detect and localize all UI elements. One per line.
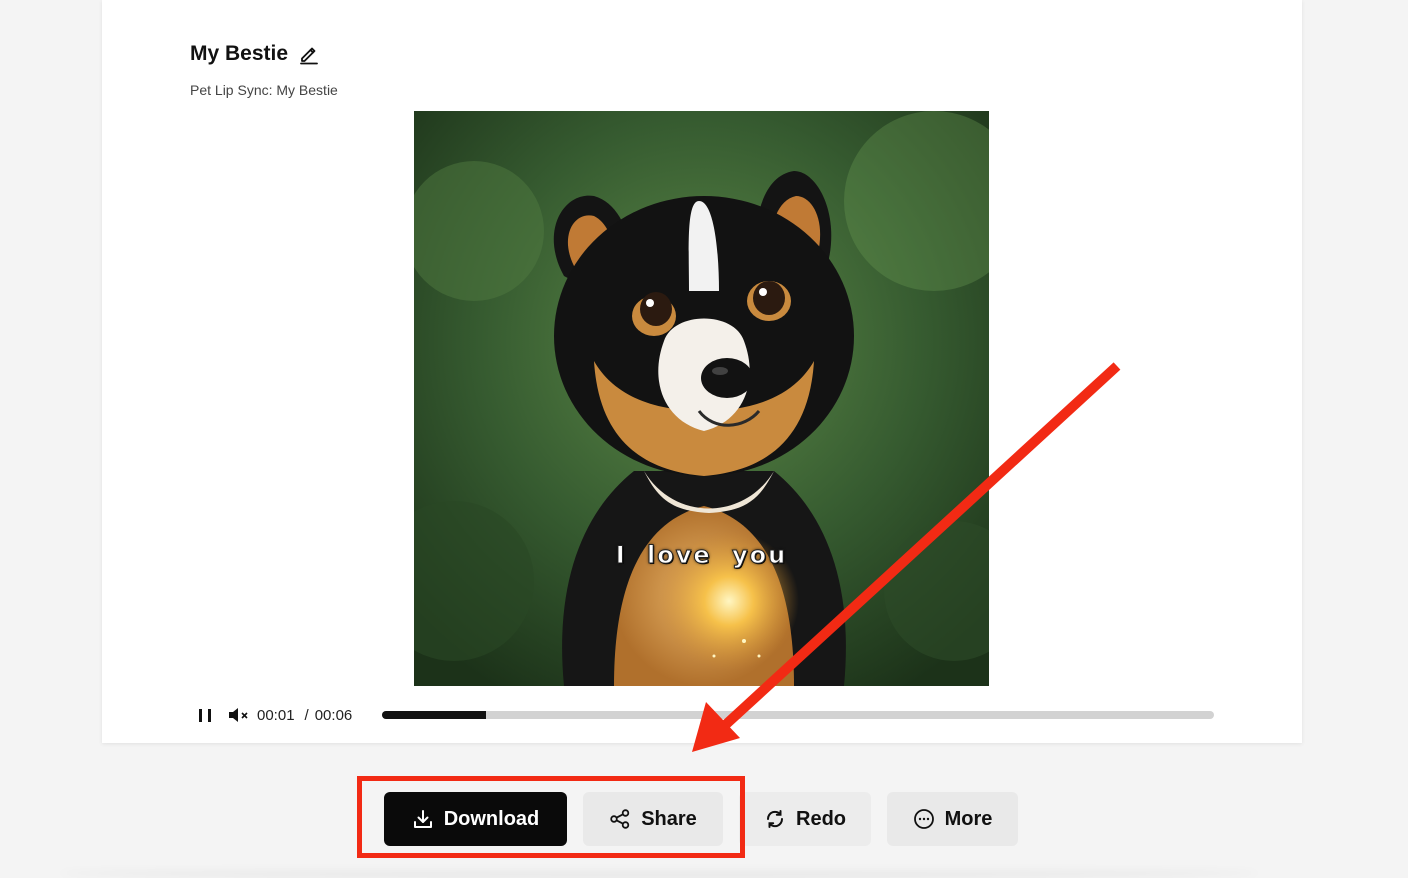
current-time: 00:01 <box>257 706 295 724</box>
progress-bar[interactable] <box>382 711 1214 719</box>
time-separator: / <box>304 706 309 724</box>
more-button[interactable]: More <box>887 792 1018 846</box>
title-row: My Bestie <box>190 42 320 66</box>
redo-button[interactable]: Redo <box>739 792 871 846</box>
share-button[interactable]: Share <box>583 792 723 846</box>
pencil-icon[interactable] <box>298 43 320 65</box>
project-title: My Bestie <box>190 42 289 65</box>
redo-label: Redo <box>796 807 846 830</box>
progress-bar-fill <box>382 711 486 719</box>
share-label: Share <box>641 807 697 830</box>
share-icon <box>609 808 631 830</box>
download-label: Download <box>443 807 540 830</box>
video-result-card: My Bestie Pet Lip Sync: My Bestie I love… <box>102 0 1302 743</box>
ellipsis-circle-icon <box>913 808 935 830</box>
action-bar: Download Share Redo More <box>384 792 1018 846</box>
video-frame-image <box>414 111 989 686</box>
download-button[interactable]: Download <box>384 792 567 846</box>
project-subtitle: Pet Lip Sync: My Bestie <box>190 82 338 98</box>
download-icon <box>412 808 434 830</box>
bottom-shadow <box>60 868 1258 878</box>
duration-time: 00:06 <box>314 706 353 724</box>
video-controls: 00:01 / 00:06 <box>195 703 1215 727</box>
speaker-muted-icon[interactable] <box>227 705 251 725</box>
pause-icon[interactable] <box>195 705 215 725</box>
refresh-icon <box>764 808 786 830</box>
video-caption: I love you <box>615 541 788 570</box>
more-label: More <box>944 807 993 830</box>
video-player[interactable]: I love you <box>414 111 989 686</box>
